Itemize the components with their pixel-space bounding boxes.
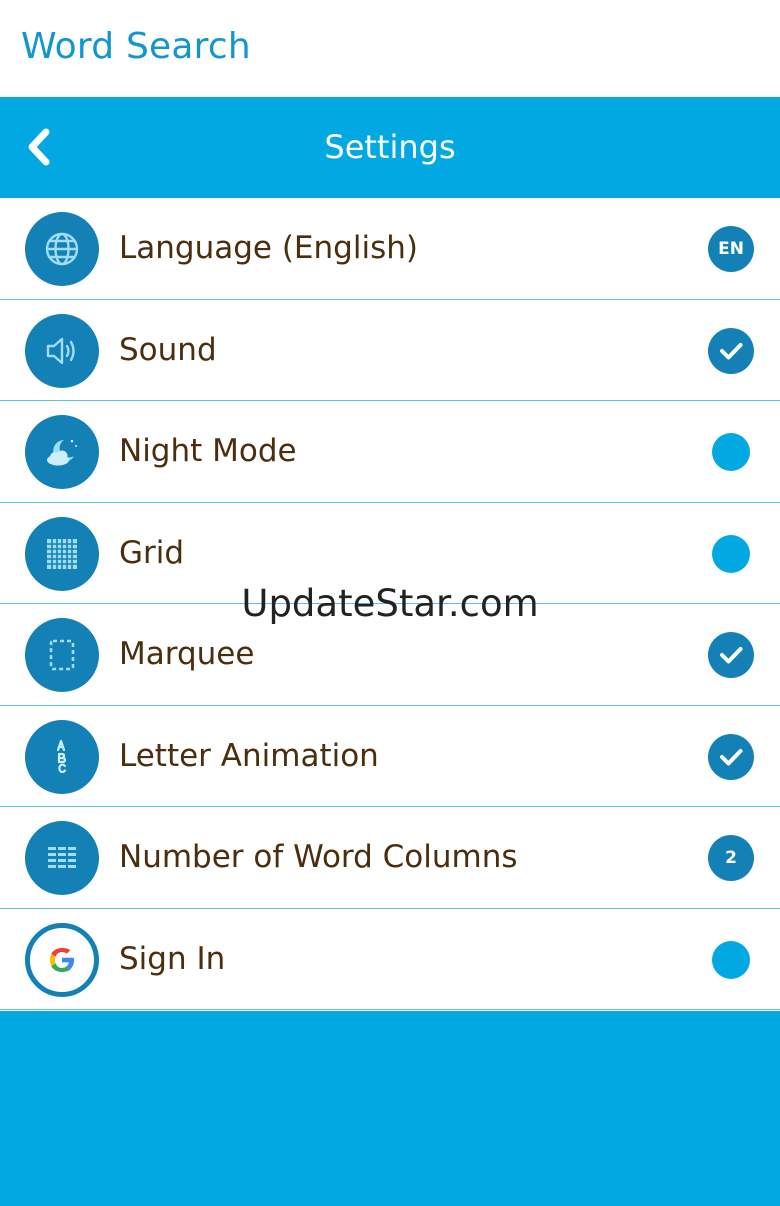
setting-label: Grid [119, 534, 185, 571]
sign-in-toggle[interactable] [712, 940, 750, 979]
marquee-toggle[interactable] [708, 632, 754, 678]
letter-animation-toggle[interactable] [708, 733, 754, 780]
setting-row-sound[interactable]: Sound [0, 299, 780, 401]
settings-list: Language (English) EN Sound Night Mode G… [0, 198, 780, 1010]
settings-header: Settings [0, 97, 780, 198]
night-mode-toggle[interactable] [712, 433, 750, 471]
abc-icon [25, 719, 99, 794]
check-icon [720, 342, 743, 359]
setting-row-language[interactable]: Language (English) EN [0, 198, 780, 300]
columns-icon [25, 821, 99, 895]
google-icon [25, 922, 99, 997]
setting-label: Marquee [119, 636, 255, 672]
speaker-icon [25, 313, 99, 388]
setting-label: Letter Animation [119, 737, 379, 774]
moon-cloud-icon [25, 415, 99, 489]
language-badge: EN [708, 226, 754, 272]
app-title: Word Search [21, 26, 251, 67]
setting-label: Sign In [119, 940, 226, 977]
marquee-icon [25, 618, 99, 692]
footer-area [0, 1011, 780, 1206]
app-bar: Word Search [0, 0, 780, 97]
setting-row-night-mode[interactable]: Night Mode [0, 401, 780, 503]
check-icon [720, 748, 743, 765]
globe-icon [25, 212, 99, 286]
setting-label: Language (English) [119, 230, 418, 266]
setting-row-word-columns[interactable]: Number of Word Columns 2 [0, 807, 780, 909]
setting-label: Sound [119, 331, 217, 368]
back-button[interactable] [18, 125, 62, 169]
word-columns-badge: 2 [708, 835, 754, 881]
sound-toggle[interactable] [708, 327, 754, 374]
grid-icon [25, 516, 99, 591]
setting-label: Night Mode [119, 433, 297, 469]
setting-row-grid[interactable]: Grid [0, 502, 780, 604]
setting-row-sign-in[interactable]: Sign In [0, 908, 780, 1010]
setting-row-letter-animation[interactable]: Letter Animation [0, 705, 780, 807]
setting-label: Number of Word Columns [119, 839, 518, 875]
grid-toggle[interactable] [712, 534, 750, 573]
setting-row-marquee[interactable]: Marquee [0, 604, 780, 706]
chevron-left-icon [28, 128, 50, 166]
page-title: Settings [324, 128, 456, 166]
check-icon [720, 647, 743, 664]
